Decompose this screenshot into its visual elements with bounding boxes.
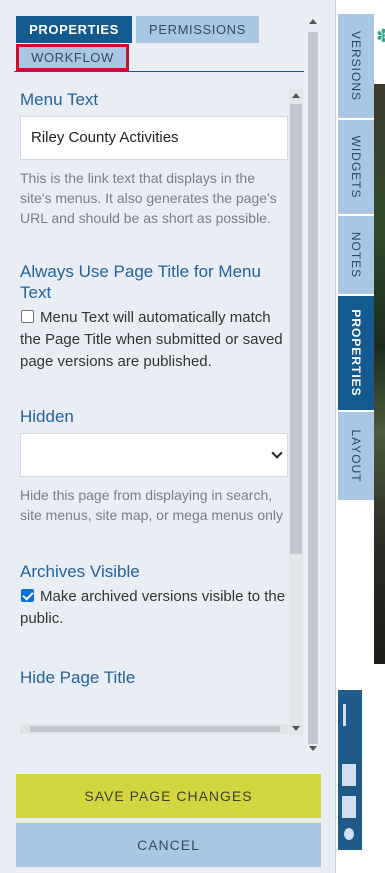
anchor-icon[interactable] — [344, 828, 354, 840]
always-use-title-heading: Always Use Page Title for Menu Text — [20, 262, 261, 302]
tab-workflow[interactable]: WORKFLOW — [16, 44, 129, 71]
panel-scrollbar-thumb[interactable] — [308, 32, 318, 744]
always-use-title-label: Menu Text will automatically match the P… — [20, 309, 283, 370]
form-horizontal-scrollbar[interactable] — [20, 724, 288, 734]
block-icon[interactable] — [342, 764, 356, 786]
archives-visible-checkbox[interactable] — [21, 589, 34, 602]
panel-tabs: PROPERTIES PERMISSIONS WORKFLOW — [14, 14, 304, 72]
scroll-up-icon[interactable] — [292, 93, 300, 98]
archives-visible-label: Make archived versions visible to the pu… — [20, 588, 286, 627]
hidden-select[interactable] — [20, 433, 288, 477]
layout-toolbar — [338, 690, 362, 850]
always-use-title-checkbox[interactable] — [21, 310, 34, 323]
always-use-title-row: Menu Text will automatically match the P… — [20, 307, 288, 373]
site-logo-icon: ✽ — [376, 26, 385, 46]
scroll-up-icon[interactable] — [309, 19, 317, 24]
scroll-down-icon[interactable] — [292, 726, 300, 731]
side-tab-properties[interactable]: PROPERTIES — [338, 296, 374, 410]
save-page-changes-button[interactable]: SAVE PAGE CHANGES — [16, 774, 321, 818]
form-horizontal-scrollbar-thumb[interactable] — [30, 726, 280, 732]
hidden-help: Hide this page from displaying in search… — [20, 487, 284, 523]
side-tab-widgets[interactable]: WIDGETS — [338, 120, 374, 214]
form-scrollbar-thumb[interactable] — [290, 104, 302, 554]
block-icon[interactable] — [342, 796, 356, 818]
menu-text-title: Menu Text — [20, 90, 99, 109]
tab-properties[interactable]: PROPERTIES — [16, 16, 132, 43]
menu-text-input[interactable]: Riley County Activities — [20, 116, 288, 160]
chevron-down-icon — [271, 447, 283, 459]
properties-panel: PROPERTIES PERMISSIONS WORKFLOW Menu Tex… — [0, 0, 336, 873]
tab-permissions[interactable]: PERMISSIONS — [136, 16, 259, 43]
side-tab-versions[interactable]: VERSIONS — [338, 14, 374, 118]
properties-form: Menu Text Riley County Activities This i… — [0, 84, 306, 736]
cancel-button[interactable]: CANCEL — [16, 823, 321, 867]
archives-visible-row: Make archived versions visible to the pu… — [20, 586, 288, 630]
column-icon[interactable] — [343, 704, 346, 726]
panel-scrollbar[interactable] — [306, 14, 320, 756]
hide-page-title-heading: Hide Page Title — [20, 668, 136, 687]
menu-text-help: This is the link text that displays in t… — [20, 170, 277, 226]
side-tab-notes[interactable]: NOTES — [338, 216, 374, 294]
page-preview-image — [374, 84, 385, 664]
hidden-title: Hidden — [20, 407, 74, 426]
archives-visible-title: Archives Visible — [20, 562, 140, 581]
scroll-down-icon[interactable] — [309, 746, 317, 751]
form-scrollbar[interactable] — [289, 88, 303, 736]
side-tab-layout[interactable]: LAYOUT — [338, 412, 374, 500]
